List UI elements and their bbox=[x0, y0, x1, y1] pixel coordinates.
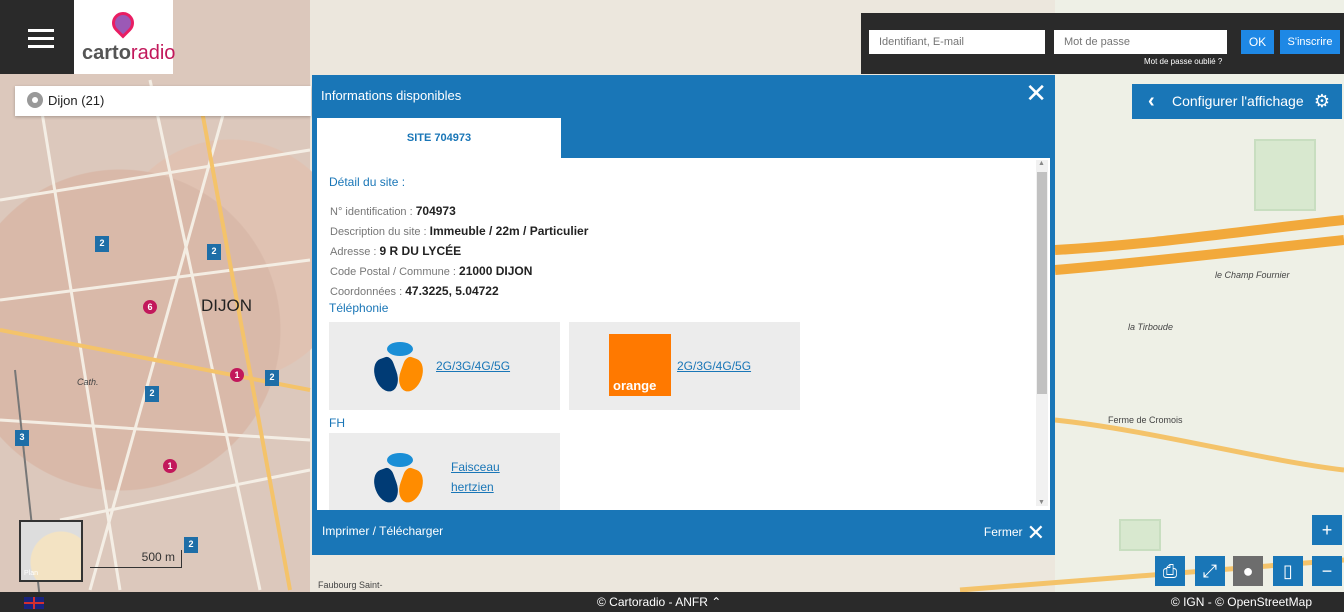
fh-link[interactable]: Faisceau bbox=[451, 460, 500, 474]
antenna-marker[interactable]: 3 bbox=[15, 430, 29, 446]
hamburger-icon bbox=[28, 37, 54, 40]
antenna-marker-multi[interactable]: 6 bbox=[143, 300, 157, 314]
antenna-marker[interactable]: 2 bbox=[207, 244, 221, 260]
operator-tech-link[interactable]: 2G/3G/4G/5G bbox=[436, 359, 510, 373]
configure-display-button[interactable]: ‹ Configurer l'affichage ⚙ bbox=[1132, 84, 1342, 119]
locate-pin-button[interactable]: ● bbox=[1233, 556, 1263, 586]
bouygues-logo-icon bbox=[369, 453, 428, 506]
header-left: cartoradio bbox=[0, 0, 176, 74]
detail-row: N° identification : 704973 bbox=[330, 204, 456, 218]
legend-button[interactable]: ▯ bbox=[1273, 556, 1303, 586]
map-place-label: Cath. bbox=[77, 377, 99, 387]
antenna-marker[interactable]: 2 bbox=[145, 386, 159, 402]
detail-row: Description du site : Immeuble / 22m / P… bbox=[330, 224, 589, 238]
location-pin-icon bbox=[27, 92, 43, 108]
operator-card-fh: Faisceau hertzien bbox=[329, 433, 560, 510]
location-label: Dijon (21) bbox=[48, 93, 105, 108]
antenna-marker[interactable]: 2 bbox=[184, 537, 198, 553]
logo-text: cartoradio bbox=[82, 42, 176, 64]
password-input[interactable] bbox=[1054, 30, 1227, 54]
cartoradio-logo[interactable]: cartoradio bbox=[82, 7, 176, 66]
antenna-marker[interactable]: 2 bbox=[265, 370, 279, 386]
zoom-in-button[interactable]: + bbox=[1312, 515, 1342, 545]
login-bar: OK S'inscrire Mot de passe oublié ? bbox=[861, 13, 1344, 74]
ok-button[interactable]: OK bbox=[1241, 30, 1274, 54]
gear-icon: ⚙ bbox=[1313, 91, 1330, 111]
fullscreen-button[interactable]: ⤢ bbox=[1195, 556, 1225, 586]
bouygues-logo-icon bbox=[369, 342, 428, 395]
antenna-marker-multi[interactable]: 1 bbox=[163, 459, 177, 473]
operator-card-bouygues: 2G/3G/4G/5G bbox=[329, 322, 560, 410]
detail-row: Code Postal / Commune : 21000 DIJON bbox=[330, 264, 533, 278]
close-icon[interactable]: ✕ bbox=[1025, 79, 1047, 107]
scroll-thumb[interactable] bbox=[1037, 172, 1047, 394]
close-icon: ✕ bbox=[1026, 520, 1045, 545]
signup-button[interactable]: S'inscrire bbox=[1280, 30, 1340, 54]
telephony-title: Téléphonie bbox=[329, 301, 389, 315]
operator-card-orange: orange 2G/3G/4G/5G bbox=[569, 322, 800, 410]
modal-title: Informations disponibles bbox=[321, 88, 462, 103]
footer-credit: © Cartoradio - ANFR ⌃ bbox=[597, 595, 722, 609]
logo-pin-icon bbox=[107, 7, 139, 39]
map-place-label: la Tirboude bbox=[1128, 322, 1173, 332]
uk-flag-icon[interactable] bbox=[24, 597, 44, 609]
chevron-left-icon: ‹ bbox=[1148, 90, 1155, 112]
modal-scrollbar[interactable]: ▲ ▼ bbox=[1036, 160, 1048, 506]
location-search[interactable]: Dijon (21) bbox=[15, 86, 311, 116]
scroll-up-icon[interactable]: ▲ bbox=[1038, 160, 1045, 167]
map-attribution: © IGN - © OpenStreetMap bbox=[1170, 595, 1312, 609]
map-scale: 500 m bbox=[90, 550, 182, 568]
scroll-down-icon[interactable]: ▼ bbox=[1038, 499, 1045, 506]
detail-row: Adresse : 9 R DU LYCÉE bbox=[330, 244, 462, 258]
antenna-marker[interactable]: 2 bbox=[95, 236, 109, 252]
modal-body[interactable]: Détail du site : N° identification : 704… bbox=[317, 158, 1050, 510]
tab-site[interactable]: SITE 704973 bbox=[317, 118, 561, 158]
print-button[interactable]: ⎙ bbox=[1155, 556, 1185, 586]
basemap-switcher[interactable]: Plan bbox=[19, 520, 83, 582]
zoom-out-button[interactable]: − bbox=[1312, 556, 1342, 586]
map-place-label: le Champ Fournier bbox=[1215, 270, 1290, 280]
map-place-label: Ferme de Cromois bbox=[1108, 415, 1183, 425]
print-download-link[interactable]: Imprimer / Télécharger bbox=[322, 524, 443, 538]
site-info-modal: Informations disponibles ✕ SITE 704973 D… bbox=[312, 75, 1055, 555]
operator-tech-link[interactable]: 2G/3G/4G/5G bbox=[677, 359, 751, 373]
map-city-label: DIJON bbox=[201, 296, 252, 315]
forgot-password-link[interactable]: Mot de passe oublié ? bbox=[1144, 57, 1222, 66]
hamburger-icon bbox=[28, 29, 54, 32]
antenna-marker-multi[interactable]: 1 bbox=[230, 368, 244, 382]
fh-title: FH bbox=[329, 416, 345, 430]
footer-bar: © Cartoradio - ANFR ⌃ © IGN - © OpenStre… bbox=[0, 592, 1344, 612]
identifier-input[interactable] bbox=[869, 30, 1045, 54]
menu-button[interactable] bbox=[0, 0, 74, 74]
configure-display-label: Configurer l'affichage bbox=[1172, 93, 1304, 109]
orange-logo-icon: orange bbox=[609, 334, 671, 396]
fh-link[interactable]: hertzien bbox=[451, 480, 494, 494]
detail-row: Coordonnées : 47.3225, 5.04722 bbox=[330, 284, 499, 298]
detail-title: Détail du site : bbox=[329, 175, 406, 189]
chevron-up-icon[interactable]: ⌃ bbox=[711, 595, 721, 609]
map-place-label: Faubourg Saint- bbox=[318, 580, 383, 590]
hamburger-icon bbox=[28, 45, 54, 48]
close-modal-button[interactable]: Fermer ✕ bbox=[984, 520, 1045, 546]
